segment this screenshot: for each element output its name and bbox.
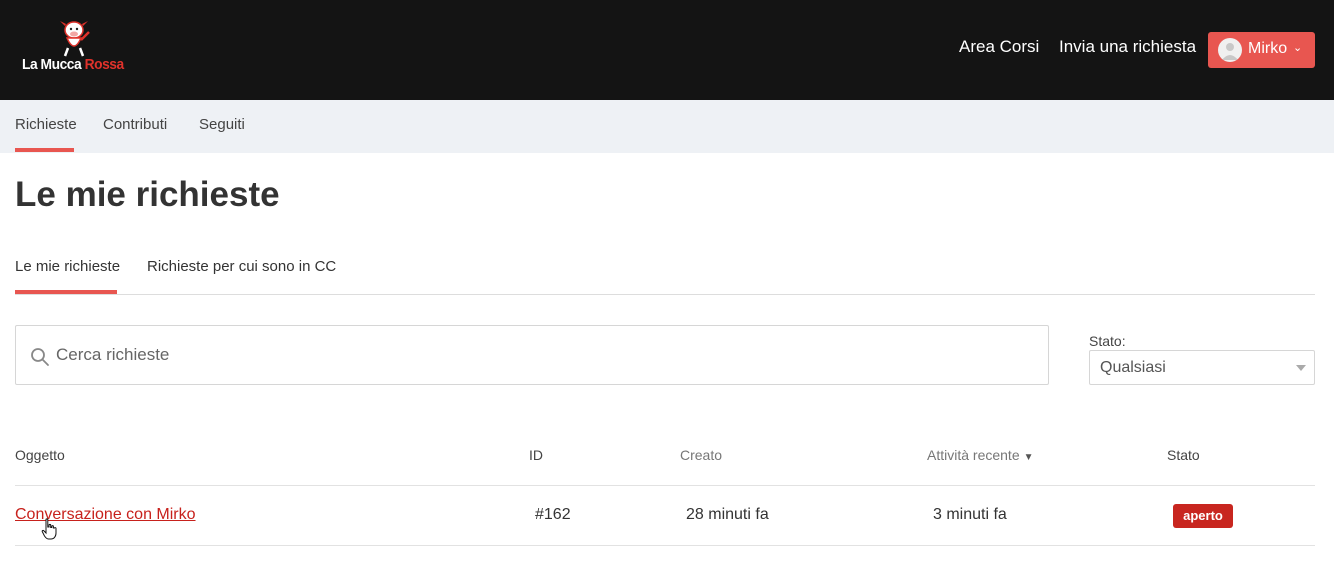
subnav-item-richieste[interactable]: Richieste — [15, 116, 77, 133]
subnav-item-seguiti[interactable]: Seguiti — [199, 116, 245, 133]
subnav-item-contributi[interactable]: Contributi — [103, 116, 167, 133]
logo-wordmark: La Mucca Rossa — [22, 56, 124, 73]
sort-descending-icon: ▼ — [1023, 452, 1034, 463]
top-header: La Mucca Rossa Area Corsi Invia una rich… — [0, 0, 1334, 100]
column-header-creato[interactable]: Creato — [680, 447, 722, 463]
brand-logo[interactable]: La Mucca Rossa — [22, 18, 126, 78]
request-created: 28 minuti fa — [686, 506, 769, 523]
chevron-down-icon: ⌄ — [1293, 42, 1303, 54]
nav-link-invia-richiesta[interactable]: Invia una richiesta — [1059, 37, 1196, 57]
tab-divider — [15, 294, 1315, 295]
user-menu-button[interactable]: Mirko ⌄ — [1208, 32, 1315, 68]
nav-link-area-corsi[interactable]: Area Corsi — [959, 37, 1039, 57]
tab-richieste-cc[interactable]: Richieste per cui sono in CC — [147, 258, 336, 275]
subnav-active-indicator — [15, 148, 74, 152]
status-filter-value: Qualsiasi — [1100, 359, 1166, 376]
column-header-attivita-recente[interactable]: Attività recente ▼ — [927, 447, 1034, 463]
user-avatar-icon — [1218, 38, 1242, 62]
status-filter-label: Stato: — [1089, 333, 1126, 349]
column-header-stato: Stato — [1167, 447, 1200, 463]
column-header-attivita-label: Attività recente — [927, 447, 1020, 463]
search-icon — [31, 348, 49, 366]
status-filter-select[interactable]: Qualsiasi — [1089, 350, 1315, 385]
user-name: Mirko — [1248, 40, 1288, 57]
column-header-id: ID — [529, 447, 543, 463]
request-activity: 3 minuti fa — [933, 506, 1007, 523]
request-id: #162 — [535, 506, 571, 523]
cow-mascot-icon — [60, 21, 90, 57]
page-title: Le mie richieste — [15, 175, 280, 214]
hand-pointer-cursor-icon — [41, 518, 57, 540]
dropdown-arrow-icon — [1296, 365, 1306, 371]
table-row-divider — [15, 545, 1315, 546]
search-input[interactable] — [56, 340, 1016, 370]
status-badge: aperto — [1173, 504, 1233, 528]
tab-le-mie-richieste[interactable]: Le mie richieste — [15, 258, 120, 275]
search-box — [15, 325, 1049, 385]
sub-navigation: Richieste Contributi Seguiti — [0, 100, 1334, 153]
column-header-oggetto: Oggetto — [15, 447, 65, 463]
table-header-divider — [15, 485, 1315, 486]
